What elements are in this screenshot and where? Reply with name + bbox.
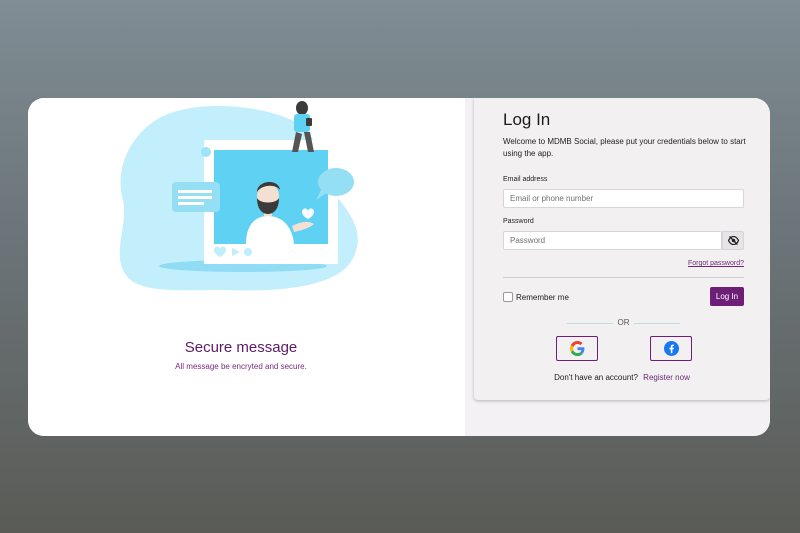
promo-description: All message be encryted and secure.	[175, 362, 307, 371]
eye-slash-icon	[727, 236, 739, 245]
register-link[interactable]: Register now	[643, 373, 690, 382]
checkbox-box[interactable]	[503, 292, 513, 302]
or-line-left	[567, 323, 613, 324]
remember-me-checkbox[interactable]: Remember me	[503, 292, 569, 302]
secure-message-illustration	[119, 101, 358, 291]
form-divider	[503, 277, 744, 278]
or-line-right	[634, 323, 680, 324]
welcome-text: Welcome to MDMB Social, please put your …	[503, 137, 746, 158]
facebook-login-button[interactable]	[650, 336, 692, 361]
google-login-button[interactable]	[556, 336, 598, 361]
login-form: Log In Welcome to MDMB Social, please pu…	[474, 98, 770, 400]
login-button[interactable]: Log In	[710, 287, 744, 306]
forgot-password-link[interactable]: Forgot password?	[654, 260, 744, 267]
login-pane: Log In Welcome to MDMB Social, please pu…	[465, 98, 770, 436]
login-title: Log In	[503, 110, 551, 129]
password-toggle-button[interactable]	[722, 231, 744, 250]
google-icon	[569, 341, 584, 356]
password-label: Password	[503, 218, 534, 225]
email-label: Email address	[503, 176, 548, 183]
register-prompt: Don't have an account? Register now	[474, 373, 770, 382]
login-card: Secure message All message be encryted a…	[28, 98, 770, 436]
facebook-icon	[663, 341, 679, 356]
email-field[interactable]	[503, 189, 744, 208]
remember-me-label: Remember me	[516, 292, 569, 302]
no-account-text: Don't have an account?	[554, 373, 638, 382]
or-separator: OR	[567, 318, 680, 328]
promo-pane: Secure message All message be encryted a…	[28, 98, 465, 436]
password-field[interactable]	[503, 231, 722, 250]
or-label: OR	[617, 318, 630, 327]
promo-title: Secure message	[184, 339, 298, 356]
